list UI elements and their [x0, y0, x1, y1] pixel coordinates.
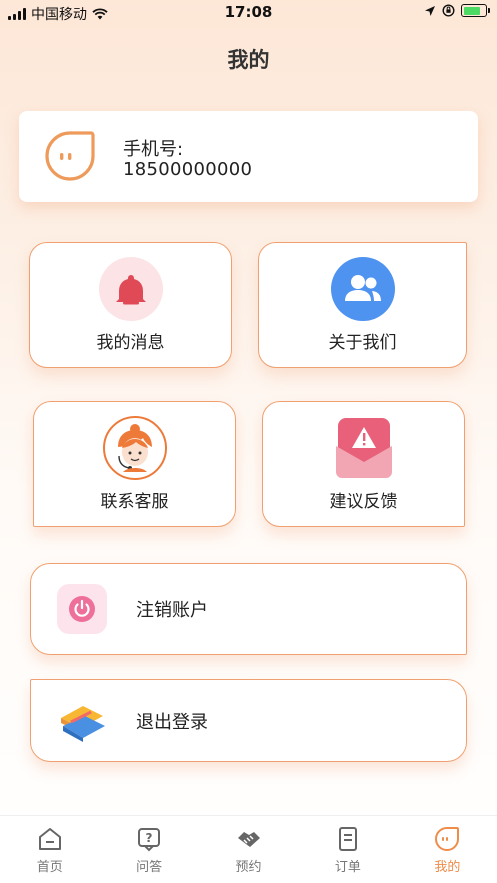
tile-feedback[interactable]: 建议反馈 — [262, 401, 465, 527]
tab-mine[interactable]: 我的 — [398, 816, 497, 883]
tab-label: 首页 — [36, 860, 63, 875]
tab-label: 预约 — [235, 860, 262, 875]
battery-icon — [461, 4, 490, 17]
tab-bar: 首页 ? 问答 预约 订单 我的 — [0, 815, 497, 883]
svg-text:?: ? — [146, 831, 153, 845]
tab-appointment[interactable]: 预约 — [199, 816, 298, 883]
handshake-icon — [237, 832, 260, 847]
tile-about-us[interactable]: 关于我们 — [258, 242, 467, 368]
tile-label: 关于我们 — [328, 333, 397, 353]
tile-label: 建议反馈 — [329, 492, 398, 512]
delete-account-button[interactable]: 注销账户 — [30, 563, 467, 655]
row-label: 退出登录 — [136, 711, 208, 733]
row-label: 注销账户 — [136, 600, 208, 621]
status-time: 17:08 — [224, 3, 273, 21]
tab-label: 问答 — [136, 860, 163, 875]
tab-home[interactable]: 首页 — [0, 816, 99, 883]
tile-label: 联系客服 — [100, 492, 169, 512]
question-icon: ? — [138, 828, 161, 852]
page-title: 我的 — [227, 48, 270, 72]
status-bar: 中国移动 17:08 — [0, 0, 497, 26]
logout-button[interactable]: 退出登录 — [30, 679, 467, 762]
status-right — [424, 4, 490, 17]
tile-label: 我的消息 — [96, 333, 165, 353]
tab-label: 我的 — [434, 860, 461, 875]
order-icon — [338, 827, 357, 851]
location-icon — [425, 5, 435, 16]
avatar-icon — [45, 131, 95, 181]
profile-icon — [435, 827, 460, 851]
bell-icon — [98, 257, 163, 321]
tab-orders[interactable]: 订单 — [298, 816, 397, 883]
orientation-lock-icon — [442, 4, 455, 17]
tab-qa[interactable]: ? 问答 — [99, 816, 198, 883]
home-icon — [38, 828, 61, 850]
phone-label: 手机号: — [123, 139, 184, 160]
phone-number: 18500000000 — [123, 159, 253, 180]
tab-label: 订单 — [334, 860, 361, 875]
tile-contact-service[interactable]: 联系客服 — [33, 401, 236, 527]
users-icon — [330, 257, 395, 321]
power-icon — [57, 584, 107, 634]
feedback-envelope-icon — [335, 418, 392, 478]
logout-icon — [61, 705, 105, 742]
customer-service-icon — [102, 416, 167, 480]
user-card[interactable]: 手机号: 18500000000 — [19, 111, 478, 202]
tile-my-messages[interactable]: 我的消息 — [29, 242, 232, 368]
